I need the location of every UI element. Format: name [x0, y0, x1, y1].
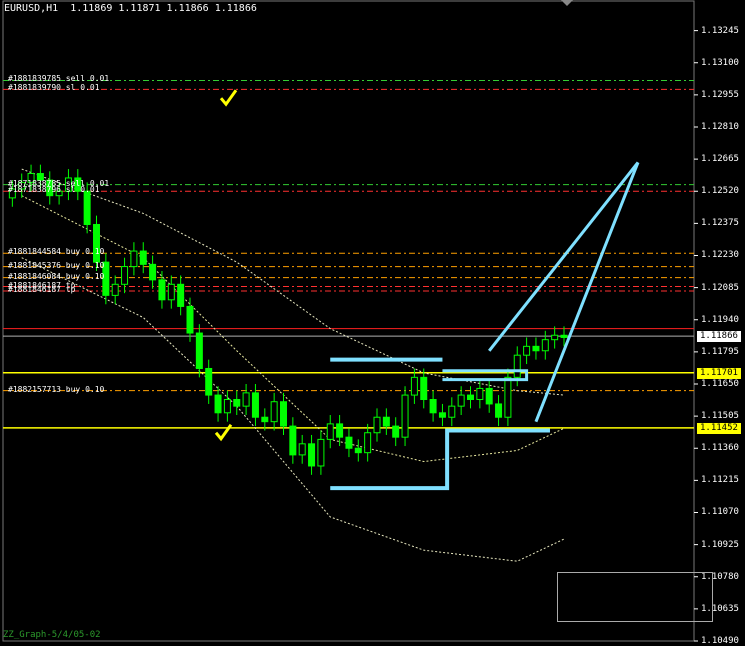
candle-body [326, 423, 334, 440]
y-tick-label: 1.13100 [701, 57, 739, 68]
candle-body [438, 412, 446, 418]
candle-body [485, 387, 493, 405]
candle-body [476, 387, 484, 401]
mt4-chart-window[interactable]: EURUSD,H1 1.11869 1.11871 1.11866 1.1186… [0, 0, 745, 646]
candle-body [382, 416, 390, 427]
candle-body [336, 423, 344, 438]
candle-body [270, 401, 278, 423]
order-label: #1881844584 buy 0.10 [8, 247, 105, 257]
candle-body [223, 399, 231, 414]
y-tick-label: 1.11360 [701, 443, 739, 454]
annotation-arrow [534, 161, 640, 423]
candle-body [429, 399, 437, 414]
candle-body [158, 279, 166, 301]
order-label: #1881845376 buy 0.10 [8, 260, 105, 270]
candle-body [364, 432, 372, 454]
candle-body [532, 345, 540, 352]
candle-body [205, 367, 213, 396]
order-label: #1881846187 tp [8, 284, 76, 294]
candle-body [242, 392, 250, 407]
price-chart[interactable] [0, 0, 745, 646]
y-tick-label: 1.12230 [701, 250, 739, 261]
order-label: #1871838796 sl 0.01 [8, 185, 100, 195]
candle-body [448, 405, 456, 418]
candle-body [111, 283, 119, 296]
order-label: #1882157713 buy 0.10 [8, 384, 105, 394]
candle-body [121, 266, 129, 285]
candle-body [195, 332, 203, 369]
candle-body [83, 190, 91, 225]
candle-body [551, 334, 559, 341]
candle-body [167, 283, 175, 301]
chart-header: EURUSD,H1 1.11869 1.11871 1.11866 1.1186… [4, 3, 257, 14]
candle-body [354, 447, 362, 454]
info-panel [557, 572, 713, 622]
candle-body [401, 394, 409, 438]
candle-body [560, 334, 568, 338]
candle-body [495, 403, 503, 418]
candle-body [186, 305, 194, 334]
candle-body [513, 354, 521, 378]
indicator-label: ZZ_Graph-5/4/05-02 [3, 630, 101, 640]
candle-body [214, 394, 222, 414]
candle-body [298, 443, 306, 456]
candle-body [93, 223, 100, 263]
y-tick-label: 1.10925 [701, 539, 739, 550]
y-tick-label: 1.11795 [701, 346, 739, 357]
y-tick-label: 1.13245 [701, 25, 739, 36]
candle-body [410, 376, 418, 396]
order-label: #1881846084 buy 0.10 [8, 271, 105, 281]
annotation-arrow [488, 161, 640, 352]
candle-body [280, 401, 287, 427]
candle-body [457, 394, 465, 407]
candle-body [233, 399, 241, 407]
candle-body [345, 436, 353, 449]
order-label: #1881839790 sl 0.01 [8, 83, 100, 93]
candle-body [130, 250, 138, 268]
candle-body [308, 443, 316, 467]
y-tick-label: 1.12955 [701, 89, 739, 100]
y-tick-label: 1.11215 [701, 475, 739, 486]
y-tick-label: 1.10490 [701, 636, 739, 646]
candle-body [317, 438, 325, 467]
candle-body [523, 345, 531, 356]
candle-body [541, 339, 549, 352]
candle-body [289, 425, 297, 456]
y-tick-label: 1.12810 [701, 121, 739, 132]
y-tick-label: 1.12085 [701, 282, 739, 293]
order-label: #1881839785 sell 0.01 [8, 74, 110, 84]
check-mark-icon [214, 423, 233, 442]
envelope-lower [21, 257, 565, 562]
scroll-marker-icon[interactable] [561, 0, 573, 6]
y-tick-label: 1.11070 [701, 507, 739, 518]
candle-body [261, 416, 269, 423]
plot-frame [2, 0, 695, 642]
y-tick-label: 1.11940 [701, 314, 739, 325]
candle-body [149, 263, 157, 281]
check-mark-icon [219, 89, 238, 107]
y-tick-label: 1.12375 [701, 218, 739, 229]
price-tag: 1.11866 [697, 331, 741, 343]
price-tag: 1.11452 [697, 422, 741, 434]
y-tick-label: 1.12520 [701, 186, 739, 197]
candle-body [139, 250, 147, 265]
y-tick-label: 1.12665 [701, 154, 739, 165]
candle-body [251, 392, 259, 418]
candle-body [392, 425, 400, 438]
price-tag: 1.11701 [697, 367, 741, 379]
candle-body [467, 394, 474, 401]
candle-body [504, 376, 512, 418]
y-tick-label: 1.11650 [701, 378, 739, 389]
candle-body [373, 416, 381, 434]
candle-body [420, 376, 428, 401]
y-tick-label: 1.11505 [701, 411, 739, 422]
candle-body [177, 283, 185, 307]
